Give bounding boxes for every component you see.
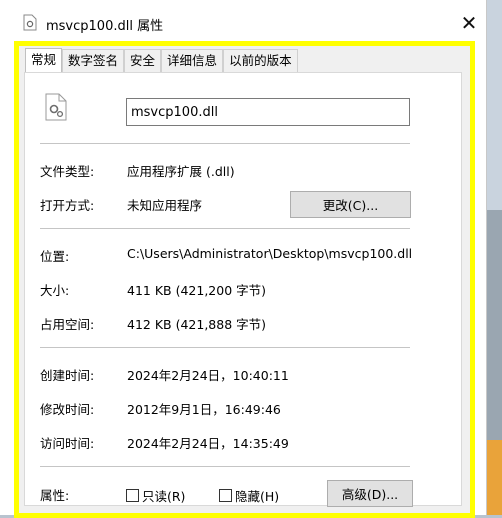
size-value: 411 KB (421,200 字节) <box>127 283 266 298</box>
checkbox-box[interactable] <box>219 489 232 502</box>
separator <box>40 347 410 348</box>
title-bar: msvcp100.dll 属性 ✕ <box>0 0 486 44</box>
close-icon: ✕ <box>460 11 478 35</box>
advanced-button[interactable]: 高级(D)... <box>327 480 413 507</box>
file-type-value: 应用程序扩展 (.dll) <box>127 164 235 179</box>
gear-file-icon <box>45 93 67 121</box>
file-type-label: 文件类型: <box>40 164 95 179</box>
tab-digital-signatures[interactable]: 数字签名 <box>62 49 125 72</box>
hidden-checkbox[interactable]: 隐藏(H) <box>219 486 279 505</box>
size-label: 大小: <box>40 283 70 298</box>
dll-file-icon <box>23 14 37 31</box>
window-title: msvcp100.dll 属性 <box>46 19 164 34</box>
tab-security[interactable]: 安全 <box>124 49 162 72</box>
tab-strip: 常规 数字签名 安全 详细信息 以前的版本 <box>25 48 298 73</box>
size-on-disk-label: 占用空间: <box>40 317 95 332</box>
accessed-label: 访问时间: <box>40 436 95 451</box>
opens-with-label: 打开方式: <box>40 198 95 213</box>
created-value: 2024年2月24日，10:40:11 <box>127 368 289 383</box>
readonly-checkbox[interactable]: 只读(R) <box>126 486 185 505</box>
size-on-disk-value: 412 KB (421,888 字节) <box>127 317 266 332</box>
modified-label: 修改时间: <box>40 402 95 417</box>
location-label: 位置: <box>40 249 70 264</box>
tab-details[interactable]: 详细信息 <box>161 49 224 72</box>
tab-previous-versions[interactable]: 以前的版本 <box>223 49 298 72</box>
modified-value: 2012年9月1日，16:49:46 <box>127 402 281 417</box>
separator <box>40 143 410 144</box>
readonly-label: 只读(R) <box>142 489 186 504</box>
tab-general[interactable]: 常规 <box>25 48 63 73</box>
change-button[interactable]: 更改(C)... <box>290 191 411 218</box>
created-label: 创建时间: <box>40 368 95 383</box>
hidden-label: 隐藏(H) <box>235 489 280 504</box>
opens-with-value: 未知应用程序 <box>127 198 203 213</box>
checkbox-box[interactable] <box>126 489 139 502</box>
accessed-value: 2024年2月24日，14:35:49 <box>127 436 289 451</box>
separator <box>40 228 410 229</box>
properties-window: msvcp100.dll 属性 ✕ 常规 数字签名 安全 详细信息 以前的版本 … <box>0 0 487 518</box>
attributes-label: 属性: <box>40 488 70 503</box>
close-button[interactable]: ✕ <box>452 6 486 40</box>
location-value: C:\Users\Administrator\Desktop\msvcp100.… <box>127 246 413 261</box>
separator <box>40 466 410 467</box>
file-name-field[interactable] <box>126 98 410 126</box>
